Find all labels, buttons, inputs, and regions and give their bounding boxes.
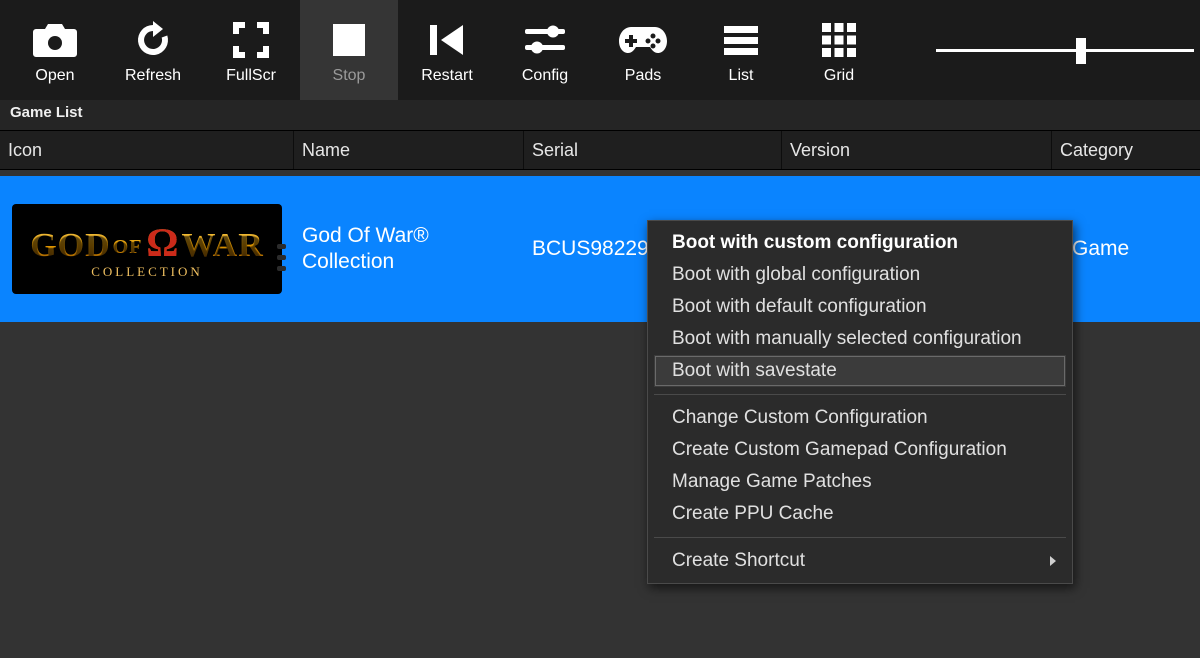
stop-label: Stop [333,67,366,85]
menu-create-shortcut[interactable]: Create Shortcut [650,545,1070,577]
fullscreen-icon [231,15,271,65]
section-label: Game List [0,100,1200,130]
stop-icon [332,15,366,65]
column-icon[interactable]: Icon [0,131,294,169]
menu-manage-patches[interactable]: Manage Game Patches [650,466,1070,498]
fullscreen-button[interactable]: FullScr [202,0,300,100]
grid-label: Grid [824,67,854,85]
menu-boot-custom[interactable]: Boot with custom configuration [650,227,1070,259]
refresh-button[interactable]: Refresh [104,0,202,100]
config-label: Config [522,67,568,85]
camera-icon [32,15,78,65]
game-icon-cell: GODOFΩWAR COLLECTION [0,176,294,322]
pads-button[interactable]: Pads [594,0,692,100]
menu-separator [654,537,1066,538]
grid-button[interactable]: Grid [790,0,888,100]
restart-icon [427,15,467,65]
menu-boot-default[interactable]: Boot with default configuration [650,291,1070,323]
menu-change-custom-config[interactable]: Change Custom Configuration [650,402,1070,434]
list-icon [722,15,760,65]
game-category-cell: Game [1052,237,1200,261]
grid-icon [820,15,858,65]
menu-boot-global[interactable]: Boot with global configuration [650,259,1070,291]
game-logo: GODOFΩWAR COLLECTION [12,204,282,294]
chevron-right-icon [1050,556,1056,566]
refresh-label: Refresh [125,67,181,85]
gamepad-icon [618,15,668,65]
sliders-icon [523,15,567,65]
table-body: GODOFΩWAR COLLECTION God Of War® Collect… [0,176,1200,658]
open-label: Open [35,67,74,85]
table-header: Icon Name Serial Version Category [0,130,1200,170]
config-button[interactable]: Config [496,0,594,100]
game-name-cell: God Of War® Collection [294,223,524,276]
menu-separator [654,394,1066,395]
fullscreen-label: FullScr [226,67,276,85]
open-button[interactable]: Open [6,0,104,100]
menu-create-shortcut-label: Create Shortcut [672,550,805,571]
menu-boot-manual[interactable]: Boot with manually selected configuratio… [650,323,1070,355]
menu-create-ppu-cache[interactable]: Create PPU Cache [650,498,1070,530]
slider-thumb[interactable] [1076,38,1086,64]
icon-size-slider[interactable] [936,49,1194,52]
list-label: List [729,67,754,85]
restart-button[interactable]: Restart [398,0,496,100]
column-serial[interactable]: Serial [524,131,782,169]
list-button[interactable]: List [692,0,790,100]
column-name[interactable]: Name [294,131,524,169]
column-version[interactable]: Version [782,131,1052,169]
menu-create-gamepad-config[interactable]: Create Custom Gamepad Configuration [650,434,1070,466]
column-category[interactable]: Category [1052,131,1200,169]
refresh-icon [132,15,174,65]
stop-button[interactable]: Stop [300,0,398,100]
menu-boot-savestate[interactable]: Boot with savestate [654,355,1066,387]
pads-label: Pads [625,67,661,85]
restart-label: Restart [421,67,473,85]
toolbar: Open Refresh FullScr Stop Restart [0,0,1200,100]
context-menu: Boot with custom configuration Boot with… [647,220,1073,584]
